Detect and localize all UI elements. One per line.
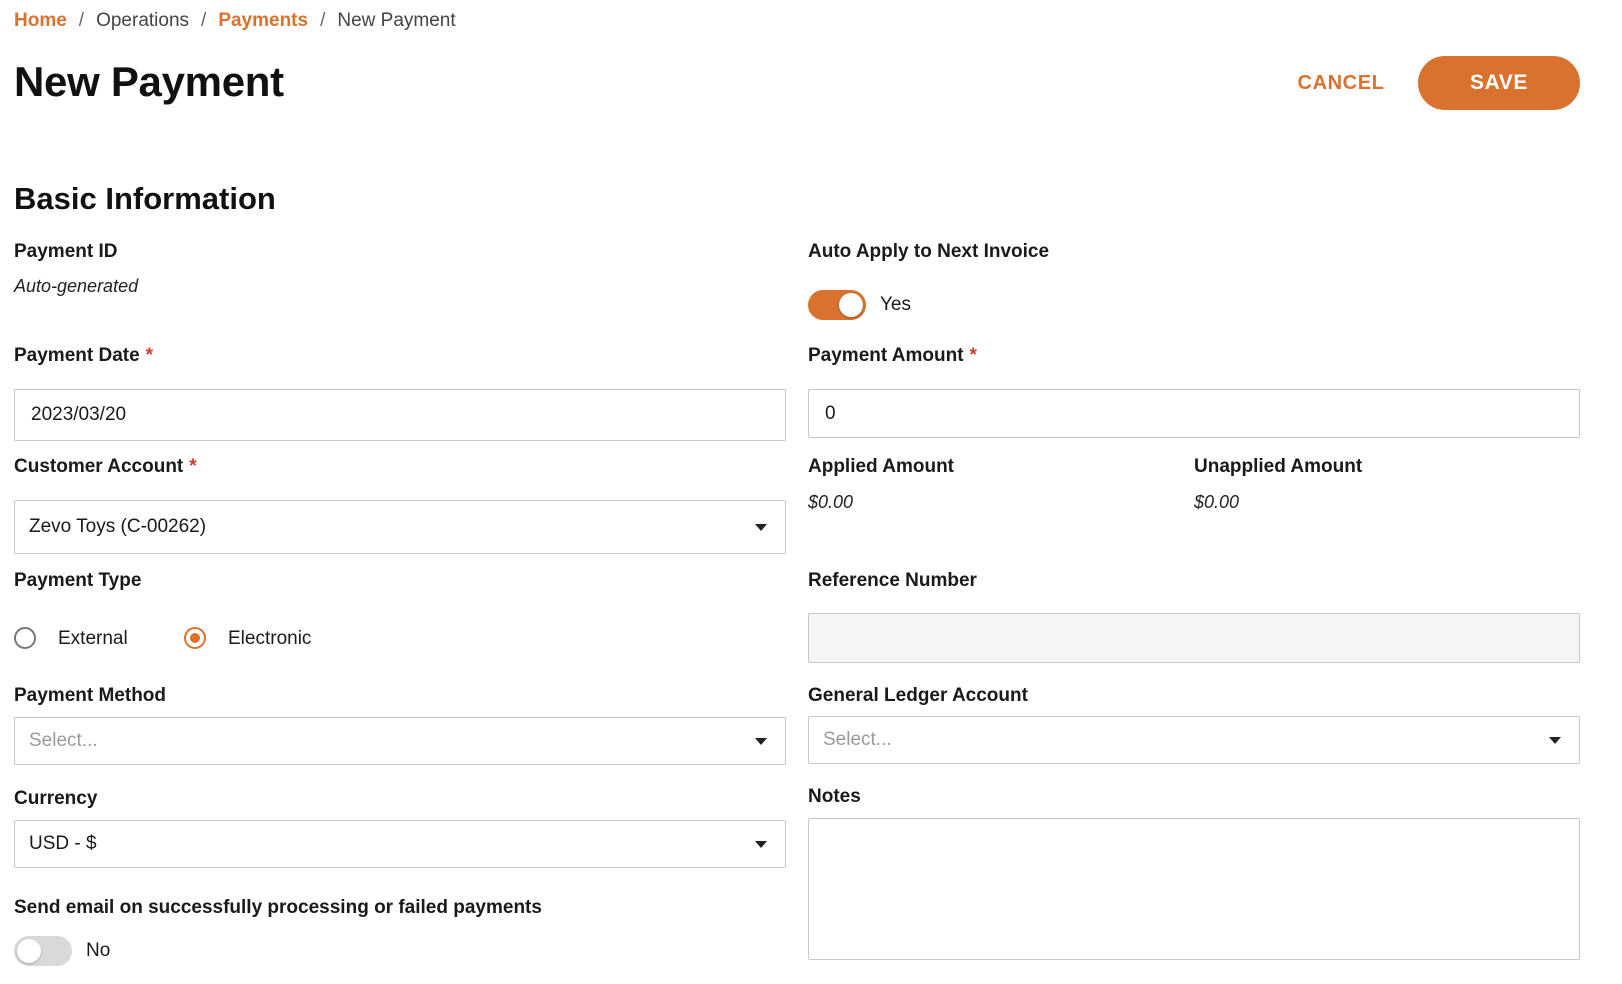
page-title: New Payment [14,58,284,105]
payment-id-label: Payment ID [14,241,118,262]
unapplied-amount-value: $0.00 [1194,492,1240,512]
breadcrumb-separator: / [201,10,207,31]
customer-account-label-text: Customer Account [14,456,184,477]
auto-apply-state-label: Yes [880,294,911,315]
payment-type-electronic-label: Electronic [228,628,312,649]
section-title-basic-information: Basic Information [14,181,276,216]
currency-label: Currency [14,788,98,809]
send-email-label: Send email on successfully processing or… [14,897,542,918]
reference-number-label: Reference Number [808,570,977,591]
notes-label: Notes [808,786,861,807]
chevron-down-icon [755,523,767,531]
breadcrumb-separator: / [78,10,85,31]
auto-apply-toggle[interactable] [808,290,866,320]
general-ledger-account-select[interactable]: Select... [808,716,1580,764]
save-button[interactable]: SAVE [1418,56,1580,110]
customer-account-value: Zevo Toys (C-00262) [29,516,207,537]
payment-method-placeholder: Select... [29,730,98,751]
send-email-toggle[interactable] [14,936,72,966]
required-marker: * [969,345,977,366]
breadcrumb-current: New Payment [337,10,456,31]
toggle-knob [17,939,41,963]
payment-date-label: Payment Date * [14,345,153,367]
notes-textarea[interactable] [808,818,1580,960]
breadcrumb-operations: Operations [96,10,190,31]
payment-type-external-radio[interactable] [14,627,36,649]
applied-amount-value: $0.00 [808,492,854,512]
currency-select[interactable]: USD - $ [14,820,786,868]
reference-number-input[interactable] [808,613,1580,663]
cancel-button[interactable]: CANCEL [1282,58,1400,108]
breadcrumb-payments-link[interactable]: Payments [218,10,308,32]
breadcrumb-separator: / [320,10,326,31]
general-ledger-account-placeholder: Select... [823,729,892,750]
customer-account-label: Customer Account * [14,456,197,478]
payment-type-electronic-radio[interactable] [184,627,206,649]
unapplied-amount-label: Unapplied Amount [1194,456,1363,477]
breadcrumb-home-link[interactable]: Home [14,10,67,32]
payment-method-label: Payment Method [14,685,167,706]
breadcrumb: Home / Operations / Payments / New Payme… [14,10,456,32]
customer-account-select[interactable]: Zevo Toys (C-00262) [14,500,786,554]
required-marker: * [145,345,154,366]
payment-date-input[interactable] [14,389,786,441]
required-marker: * [189,456,197,477]
payment-date-label-text: Payment Date [14,345,140,366]
payment-method-select[interactable]: Select... [14,717,786,765]
currency-value: USD - $ [29,833,97,854]
send-email-state-label: No [86,940,111,961]
auto-apply-label: Auto Apply to Next Invoice [808,241,1050,262]
chevron-down-icon [1549,736,1561,744]
payment-amount-label: Payment Amount * [808,345,977,367]
payment-type-external-label: External [58,628,128,649]
payment-amount-input[interactable] [808,389,1580,438]
payment-type-label: Payment Type [14,570,142,591]
applied-amount-label: Applied Amount [808,456,954,477]
toggle-knob [839,293,863,317]
chevron-down-icon [755,737,767,745]
payment-id-value: Auto-generated [14,276,139,296]
general-ledger-account-label: General Ledger Account [808,685,1028,706]
payment-amount-label-text: Payment Amount [808,345,964,366]
chevron-down-icon [755,840,767,848]
